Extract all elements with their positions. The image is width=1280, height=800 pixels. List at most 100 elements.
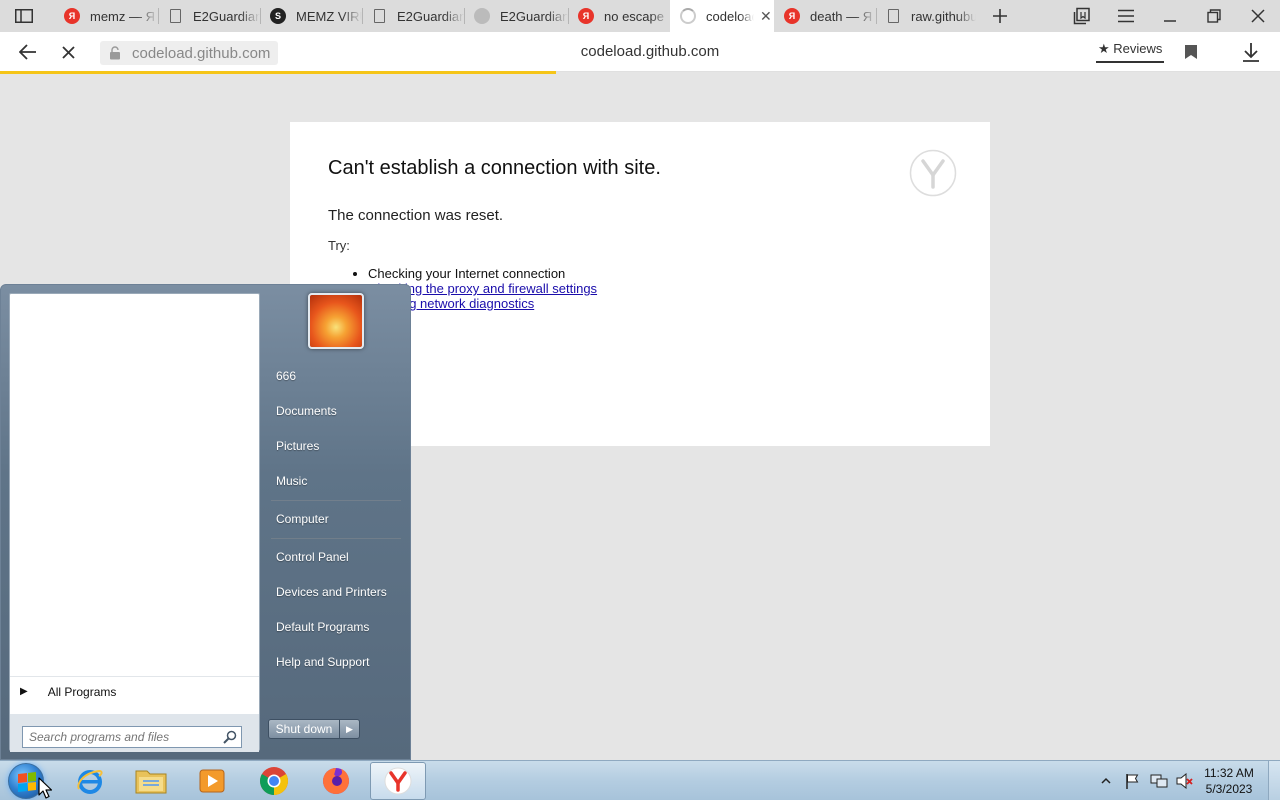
tab-7[interactable]: Я death — Я — [774, 0, 876, 32]
windows-logo-icon — [18, 772, 36, 792]
tab-label: codeload — [706, 8, 754, 24]
suggestion-text: Checking your Internet connection — [368, 266, 566, 281]
tab-4[interactable]: E2Guardian — [464, 0, 568, 32]
volume-muted-icon[interactable] — [1176, 773, 1194, 789]
address-bar: codeload.github.com codeload.github.com … — [0, 32, 1280, 72]
start-search-input[interactable] — [22, 726, 242, 748]
user-avatar[interactable] — [308, 293, 364, 349]
close-tab-icon[interactable]: ✕ — [760, 8, 772, 25]
url-host-pill[interactable]: codeload.github.com — [100, 41, 279, 65]
hamburger-icon — [1118, 9, 1134, 23]
yandex-icon: Я — [64, 8, 80, 24]
tab-8[interactable]: raw.githubusercontent — [876, 0, 976, 32]
start-item-user-folder[interactable]: 666 — [276, 369, 296, 383]
file-icon — [170, 9, 181, 23]
try-label: Try: — [328, 238, 350, 253]
clock-time: 11:32 AM — [1204, 766, 1254, 780]
error-title: Can't establish a connection with site. — [328, 157, 661, 179]
tab-label: E2Guardian — [193, 8, 260, 24]
show-hidden-icons-icon[interactable] — [1100, 776, 1112, 786]
programs-pane: ▶ All Programs — [9, 293, 260, 752]
tab-1[interactable]: E2Guardian — [158, 0, 260, 32]
start-item-pictures[interactable]: Pictures — [276, 439, 319, 453]
network-icon[interactable] — [1150, 773, 1168, 789]
suggestion-item: Checking your Internet connection — [368, 266, 597, 281]
download-icon[interactable] — [1240, 41, 1262, 63]
show-desktop-button[interactable] — [1268, 761, 1280, 800]
reviews-button[interactable]: ★ Reviews — [1096, 41, 1165, 63]
taskbar-internet-explorer[interactable] — [62, 762, 118, 800]
back-button[interactable] — [14, 40, 42, 64]
tab-6-active[interactable]: codeload ✕ — [670, 0, 774, 32]
new-tab-button[interactable] — [986, 4, 1014, 28]
taskbar-media-player[interactable] — [184, 762, 240, 800]
taskbar-firefox[interactable] — [308, 762, 364, 800]
menu-separator — [271, 538, 401, 539]
taskbar: 11:32 AM 5/3/2023 — [0, 760, 1280, 800]
tab-label: E2Guardian — [397, 8, 464, 24]
bookmark-icon[interactable] — [1184, 44, 1198, 60]
media-player-icon — [199, 769, 225, 793]
lock-icon — [110, 46, 120, 60]
taskbar-yandex-browser[interactable] — [370, 762, 426, 800]
tab-label: memz — Я — [90, 8, 155, 24]
triangle-right-icon: ▶ — [20, 686, 28, 697]
shutdown-button[interactable]: Shut down — [268, 719, 340, 739]
start-item-help-support[interactable]: Help and Support — [276, 655, 369, 669]
search-area — [10, 714, 259, 752]
sidebar-toggle-button[interactable] — [12, 6, 36, 26]
yandex-icon: Я — [578, 8, 594, 24]
tab-label: no escape — [604, 8, 664, 24]
stop-loading-button[interactable] — [54, 40, 82, 64]
tab-5[interactable]: Я no escape — [568, 0, 670, 32]
tab-label: MEMZ VIRUS — [296, 8, 362, 24]
start-item-computer[interactable]: Computer — [276, 512, 329, 526]
tab-3[interactable]: E2Guardian — [362, 0, 464, 32]
start-item-default-programs[interactable]: Default Programs — [276, 620, 369, 634]
file-icon — [888, 9, 899, 23]
folder-icon — [135, 770, 167, 794]
restore-button[interactable] — [1200, 4, 1228, 28]
minimize-button[interactable] — [1156, 4, 1184, 28]
page-load-progress-bar — [0, 71, 556, 74]
clock-date: 5/3/2023 — [1205, 782, 1253, 796]
mouse-cursor-icon — [38, 777, 52, 799]
tab-label: death — Я — [810, 8, 873, 24]
url-host-text: codeload.github.com — [132, 44, 271, 62]
taskbar-chrome[interactable] — [246, 762, 302, 800]
close-window-button[interactable] — [1244, 4, 1272, 28]
memz-icon: S — [270, 8, 286, 24]
minimize-icon — [1164, 20, 1176, 22]
start-item-control-panel[interactable]: Control Panel — [276, 550, 349, 564]
all-programs-button[interactable]: ▶ All Programs — [10, 676, 259, 706]
arrow-left-icon — [19, 44, 36, 60]
system-clock[interactable]: 11:32 AM 5/3/2023 — [1196, 765, 1262, 797]
start-menu: ▶ All Programs 666 Documents Pictures Mu… — [0, 284, 411, 760]
triangle-right-icon: ▶ — [346, 723, 353, 734]
github-icon — [474, 8, 490, 24]
shutdown-options-button[interactable]: ▶ — [340, 719, 360, 739]
tab-label: E2Guardian — [500, 8, 568, 24]
system-tray — [1100, 761, 1194, 800]
page-title-in-addressbar[interactable]: codeload.github.com — [520, 43, 780, 60]
collections-icon — [1073, 7, 1090, 25]
loading-spinner-icon — [680, 8, 696, 24]
start-item-documents[interactable]: Documents — [276, 404, 337, 418]
yandex-browser-icon — [384, 767, 412, 795]
start-item-music[interactable]: Music — [276, 474, 307, 488]
action-center-flag-icon[interactable] — [1124, 773, 1140, 789]
search-icon[interactable] — [223, 730, 237, 744]
firefox-icon — [323, 768, 349, 794]
close-icon — [61, 45, 75, 59]
start-item-devices-printers[interactable]: Devices and Printers — [276, 585, 387, 599]
menu-button[interactable] — [1112, 4, 1140, 28]
file-icon — [374, 9, 385, 23]
plus-icon — [993, 9, 1007, 23]
tab-2[interactable]: S MEMZ VIRUS — [260, 0, 362, 32]
taskbar-file-explorer[interactable] — [123, 762, 179, 800]
tab-strip: Я memz — Я E2Guardian S MEMZ VIRUS E2Gua… — [0, 0, 1280, 32]
internet-explorer-icon — [77, 769, 103, 794]
tab-0[interactable]: Я memz — Я — [54, 0, 158, 32]
restore-icon — [1207, 9, 1221, 23]
collections-button[interactable] — [1068, 4, 1096, 28]
